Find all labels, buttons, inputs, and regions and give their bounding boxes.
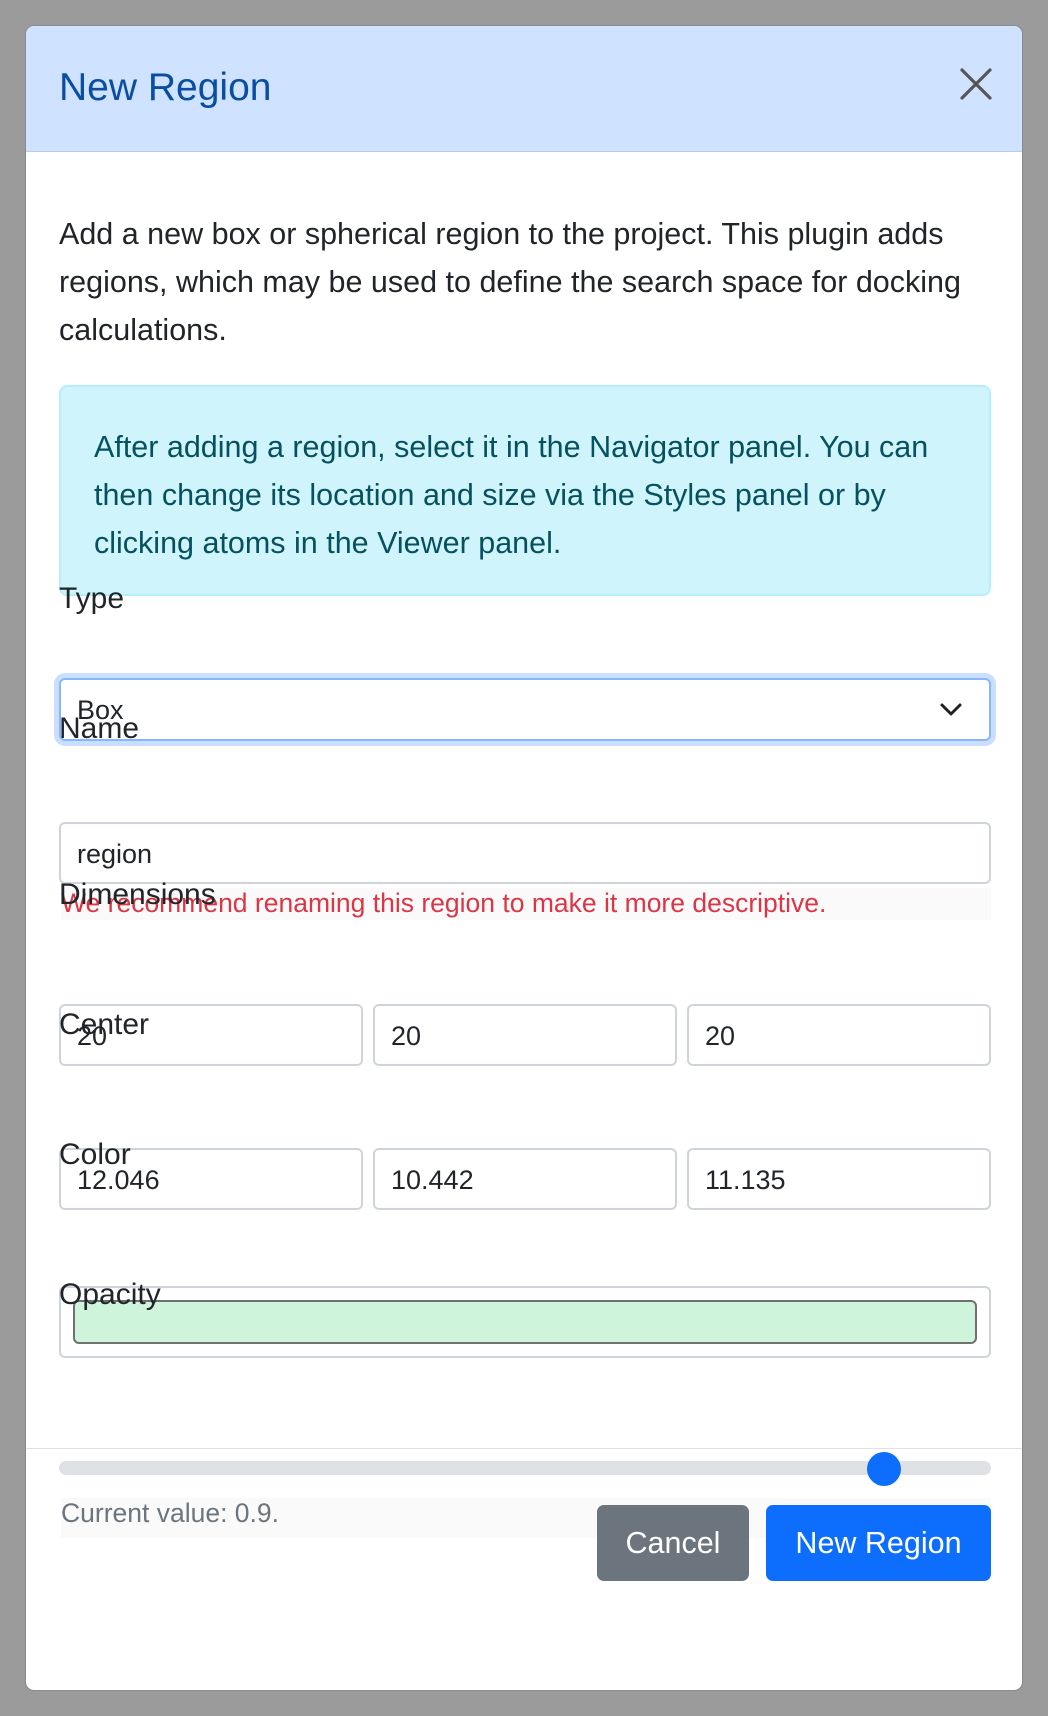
center-y-input[interactable]: 10.442 xyxy=(373,1148,677,1210)
chevron-down-icon xyxy=(940,703,962,716)
dimensions-label: Dimensions xyxy=(59,878,216,911)
type-select[interactable]: Box xyxy=(59,678,991,741)
dimension-z-value: 20 xyxy=(705,1021,736,1051)
type-label: Type xyxy=(59,582,125,615)
name-label: Name xyxy=(59,712,140,745)
new-region-modal: New Region Add a new box or spherical re… xyxy=(25,25,1023,1691)
color-picker[interactable] xyxy=(59,1286,991,1358)
name-input[interactable]: region xyxy=(59,822,991,884)
center-y-value: 10.442 xyxy=(391,1165,474,1195)
dimension-y-input[interactable]: 20 xyxy=(373,1004,677,1066)
opacity-label: Opacity xyxy=(59,1278,161,1311)
modal-title: New Region xyxy=(59,66,272,109)
dimension-y-value: 20 xyxy=(391,1021,422,1051)
close-icon xyxy=(960,68,992,100)
cancel-button[interactable]: Cancel xyxy=(597,1505,749,1581)
center-z-input[interactable]: 11.135 xyxy=(687,1148,991,1210)
intro-text: Add a new box or spherical region to the… xyxy=(59,217,961,347)
modal-footer: Cancel New Region xyxy=(26,1448,1022,1690)
modal-header: New Region xyxy=(26,26,1022,152)
color-swatch[interactable] xyxy=(73,1300,977,1344)
name-input-value: region xyxy=(77,839,153,869)
center-z-value: 11.135 xyxy=(705,1165,786,1195)
center-label: Center xyxy=(59,1008,150,1041)
color-label: Color xyxy=(59,1138,131,1171)
info-alert: After adding a region, select it in the … xyxy=(59,385,991,596)
close-button[interactable] xyxy=(956,64,996,104)
new-region-button[interactable]: New Region xyxy=(766,1505,991,1581)
dimension-z-input[interactable]: 20 xyxy=(687,1004,991,1066)
